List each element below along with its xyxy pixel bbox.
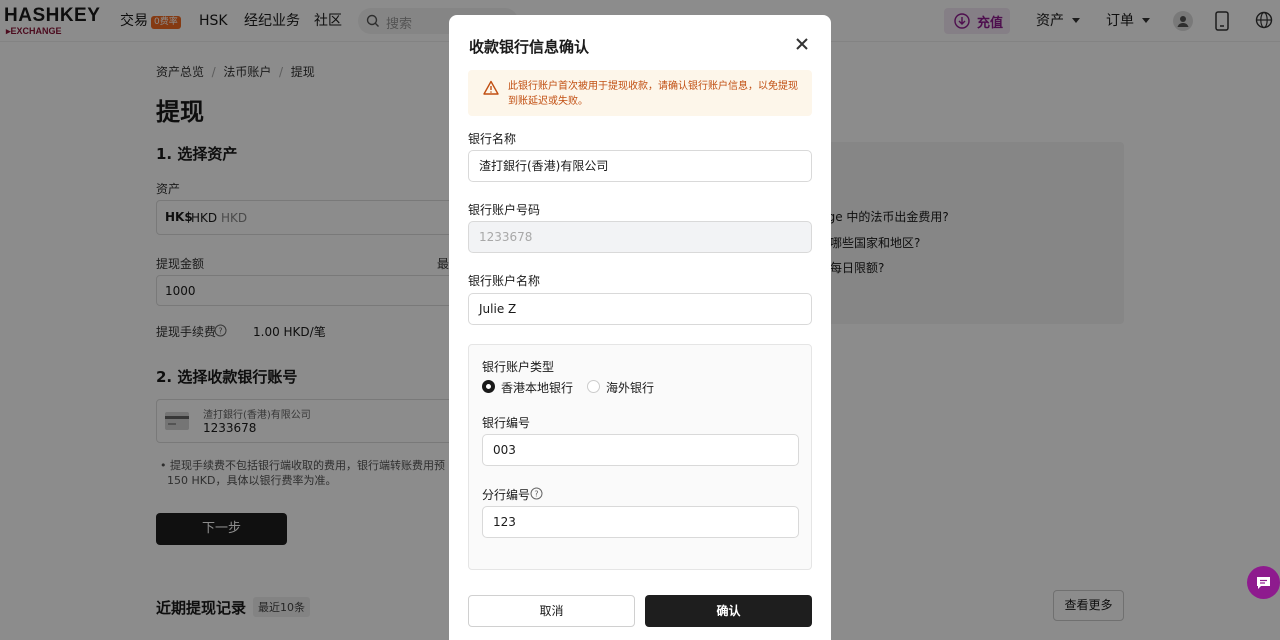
cancel-button[interactable]: 取消	[468, 595, 635, 627]
bank-name-label: 银行名称	[468, 132, 517, 146]
bank-details-box: 银行账户类型 香港本地银行 海外银行 银行编号 003 分行编号 ? 123	[468, 344, 812, 570]
warning-icon	[483, 80, 499, 95]
warning-text: 此银行账户首次被用于提现收款，请确认银行账户信息，以免提现到账延迟或失败。	[508, 81, 798, 107]
branch-code-label: 分行编号	[482, 488, 531, 502]
chat-icon	[1257, 577, 1270, 589]
bank-name-field[interactable]: 渣打銀行(香港)有限公司	[468, 150, 812, 182]
radio-checked-icon	[482, 380, 495, 393]
confirm-button[interactable]: 确认	[645, 595, 812, 627]
help-icon[interactable]: ?	[530, 487, 543, 500]
account-type-label: 银行账户类型	[482, 360, 555, 374]
account-name-label: 银行账户名称	[468, 274, 541, 288]
radio-unchecked-icon	[587, 380, 600, 393]
account-number-label: 银行账户号码	[468, 203, 541, 217]
bank-code-field[interactable]: 003	[482, 434, 799, 466]
bank-code-label: 银行编号	[482, 416, 531, 430]
svg-text:?: ?	[534, 490, 538, 499]
modal-title: 收款银行信息确认	[469, 38, 590, 56]
warning-banner: 此银行账户首次被用于提现收款，请确认银行账户信息，以免提现到账延迟或失败。	[468, 70, 812, 116]
account-number-field: 1233678	[468, 221, 812, 253]
branch-code-field[interactable]: 123	[482, 506, 799, 538]
bank-confirm-modal: 收款银行信息确认 此银行账户首次被用于提现收款，请确认银行账户信息，以免提现到账…	[449, 15, 831, 640]
close-icon[interactable]	[793, 35, 811, 53]
account-name-field[interactable]: Julie Z	[468, 293, 812, 325]
chat-button[interactable]	[1247, 566, 1280, 599]
